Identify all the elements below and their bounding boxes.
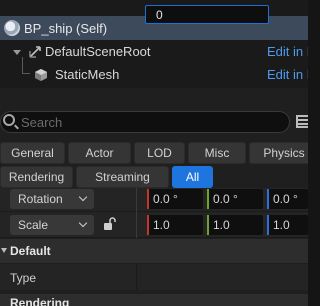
x-axis-marker (147, 215, 149, 235)
rotation-z-field[interactable]: 0.0 ° (267, 189, 308, 209)
tree-item-label: DefaultSceneRoot (45, 44, 151, 59)
column-divider (136, 188, 137, 212)
rendering-category-header[interactable]: Rendering (0, 294, 308, 306)
rotation-z-value: 0.0 ° (273, 192, 298, 206)
type-input[interactable] (145, 5, 269, 24)
rotation-y-field[interactable]: 0.0 ° (207, 189, 263, 209)
scale-y-field[interactable]: 1.0 (207, 215, 263, 235)
scene-root-icon (29, 46, 41, 58)
default-category-title: Default (10, 244, 51, 258)
blueprint-details-panel: BP_ship (Self) DefaultSceneRoot Edit in … (0, 0, 308, 306)
filter-tab-general[interactable]: General (0, 142, 65, 164)
scale-mode-dropdown[interactable]: Scale (10, 215, 94, 235)
scale-x-value: 1.0 (153, 218, 170, 232)
scale-z-field[interactable]: 1.0 (267, 215, 308, 235)
x-axis-marker (147, 189, 149, 209)
collapse-arrow-icon (1, 248, 7, 253)
tree-item-static-mesh[interactable]: StaticMesh Edit in B (0, 64, 308, 86)
search-input[interactable] (21, 113, 281, 131)
chevron-down-icon (78, 192, 88, 202)
filter-tab-rendering[interactable]: Rendering (0, 166, 73, 188)
edit-in-blueprint-link[interactable]: Edit in B (267, 44, 308, 59)
property-matrix-icon[interactable] (296, 115, 308, 128)
type-property-row: Type (0, 264, 308, 290)
z-axis-marker (267, 189, 269, 209)
column-divider (136, 264, 137, 290)
filter-tab-streaming[interactable]: Streaming (76, 166, 169, 188)
scale-z-value: 1.0 (273, 218, 290, 232)
tree-item-label: StaticMesh (55, 67, 120, 82)
filter-tab-physics[interactable]: Physics (249, 142, 308, 164)
rotation-x-field[interactable]: 0.0 ° (147, 189, 203, 209)
search-icon (3, 114, 15, 126)
tree-item-default-scene-root[interactable]: DefaultSceneRoot Edit in B (0, 41, 308, 63)
edit-in-blueprint-link[interactable]: Edit in B (267, 67, 308, 82)
rotation-x-value: 0.0 ° (153, 192, 178, 206)
rotation-y-value: 0.0 ° (213, 192, 238, 206)
filter-tab-misc[interactable]: Misc (188, 142, 246, 164)
scale-x-field[interactable]: 1.0 (147, 215, 203, 235)
rotation-mode-dropdown[interactable]: Rotation (10, 189, 94, 209)
filter-tab-lod[interactable]: LOD (134, 142, 185, 164)
y-axis-marker (207, 215, 209, 235)
scale-y-value: 1.0 (213, 218, 230, 232)
expand-arrow-icon[interactable] (13, 50, 21, 55)
y-axis-marker (207, 189, 209, 209)
filter-tab-actor[interactable]: Actor (68, 142, 131, 164)
search-bar[interactable] (0, 111, 290, 133)
scale-row: Scale 1.0 1.0 1.0 (0, 212, 308, 238)
rendering-category-title: Rendering (10, 296, 70, 306)
column-divider (136, 212, 137, 238)
chevron-down-icon (78, 218, 88, 228)
default-category-header[interactable]: Default (0, 239, 308, 263)
type-label: Type (10, 271, 37, 285)
rotation-label: Rotation (18, 192, 63, 206)
filter-tab-all[interactable]: All (172, 166, 213, 188)
rotation-row: Rotation 0.0 ° 0.0 ° 0.0 ° (0, 188, 308, 212)
unlock-icon[interactable] (103, 217, 117, 231)
z-axis-marker (267, 215, 269, 235)
static-mesh-cube-icon (35, 69, 47, 81)
blueprint-sphere-icon (4, 20, 20, 36)
scale-label: Scale (18, 218, 49, 232)
tree-item-self-label: BP_ship (Self) (24, 21, 108, 36)
